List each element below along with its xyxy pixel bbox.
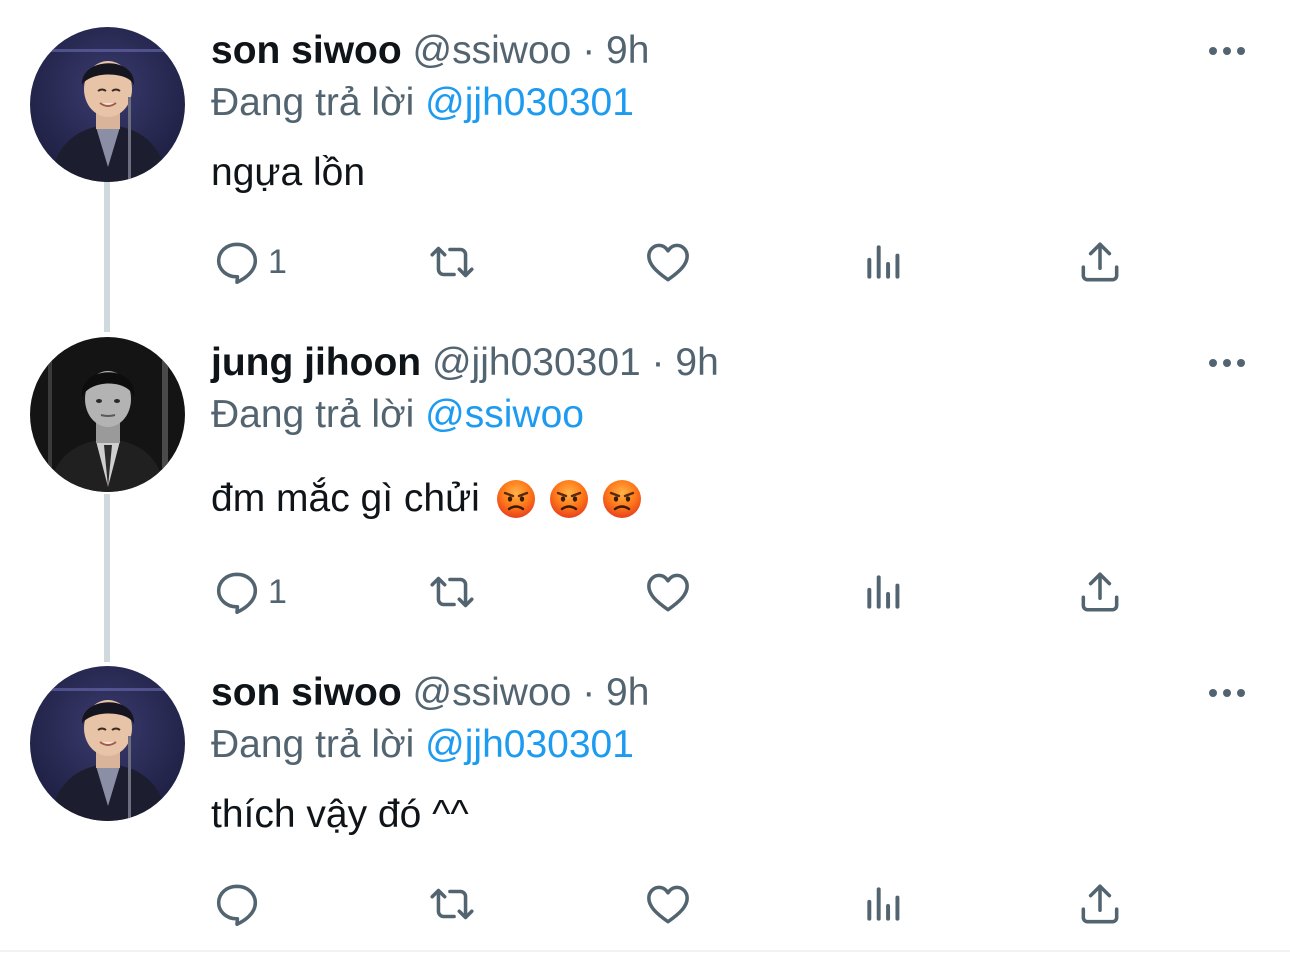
display-name[interactable]: son siwoo: [211, 671, 402, 714]
timestamp[interactable]: 9h: [606, 671, 649, 714]
avatar[interactable]: [30, 337, 185, 492]
tweet[interactable]: jung jihoon @jjh030301 · 9h Đang trả lời…: [0, 320, 1290, 650]
separator-dot: ·: [582, 671, 596, 714]
tweet-text-content: ngựa lồn: [211, 151, 366, 194]
retweet-button[interactable]: [427, 562, 477, 622]
mention-link[interactable]: @jjh030301: [425, 81, 634, 124]
timestamp[interactable]: 9h: [606, 29, 649, 72]
user-handle[interactable]: @ssiwoo: [413, 671, 572, 714]
display-name[interactable]: son siwoo: [211, 29, 402, 72]
separator-dot: ·: [651, 341, 665, 384]
tweet-header: jung jihoon @jjh030301 · 9h: [211, 340, 719, 386]
analytics-button[interactable]: [859, 874, 909, 934]
tweet-text-content: đm mắc gì chửi: [211, 477, 480, 520]
replying-to: Đang trả lời @jjh030301: [211, 722, 634, 768]
mention-link[interactable]: @jjh030301: [425, 723, 634, 766]
mention-link[interactable]: @ssiwoo: [425, 393, 584, 436]
retweet-icon: [427, 879, 477, 929]
tweet-actions: 1: [0, 232, 1290, 292]
tweet-text: thích vậy đó ^^: [211, 792, 469, 838]
like-icon: [643, 237, 693, 287]
separator-dot: ·: [582, 29, 596, 72]
share-icon: [1075, 879, 1125, 929]
replying-to: Đang trả lời @jjh030301: [211, 80, 634, 126]
timestamp[interactable]: 9h: [675, 341, 718, 384]
angry-face-emoji: [549, 479, 589, 519]
tweet-header: son siwoo @ssiwoo · 9h: [211, 28, 649, 74]
analytics-icon: [859, 567, 909, 617]
avatar[interactable]: [30, 27, 185, 182]
analytics-button[interactable]: [859, 232, 909, 292]
analytics-icon: [859, 879, 909, 929]
tweet-actions: [0, 874, 1290, 934]
replying-prefix: Đang trả lời: [211, 393, 415, 436]
angry-face-emoji: [602, 479, 642, 519]
analytics-icon: [859, 237, 909, 287]
like-button[interactable]: [643, 232, 693, 292]
replying-prefix: Đang trả lời: [211, 81, 415, 124]
tweet[interactable]: son siwoo @ssiwoo · 9h Đang trả lời @jjh…: [0, 650, 1290, 950]
tweet-text-content: thích vậy đó ^^: [211, 793, 469, 836]
replying-prefix: Đang trả lời: [211, 723, 415, 766]
more-options-icon[interactable]: [1208, 686, 1246, 700]
angry-face-emoji: [496, 479, 536, 519]
like-button[interactable]: [643, 562, 693, 622]
like-icon: [643, 567, 693, 617]
retweet-icon: [427, 567, 477, 617]
like-button[interactable]: [643, 874, 693, 934]
avatar-photo-son-siwoo: [30, 27, 185, 182]
tweet-text: ngựa lồn: [211, 150, 365, 196]
share-icon: [1075, 567, 1125, 617]
tweet[interactable]: son siwoo @ssiwoo · 9h Đang trả lời @jjh…: [0, 0, 1290, 320]
reply-icon: [212, 237, 262, 287]
avatar-photo-son-siwoo: [30, 666, 185, 821]
retweet-button[interactable]: [427, 874, 477, 934]
reply-button[interactable]: 1: [212, 232, 287, 292]
share-button[interactable]: [1075, 232, 1125, 292]
share-button[interactable]: [1075, 562, 1125, 622]
user-handle[interactable]: @jjh030301: [432, 341, 641, 384]
retweet-button[interactable]: [427, 232, 477, 292]
avatar-photo-jung-jihoon: [30, 337, 185, 492]
replying-to: Đang trả lời @ssiwoo: [211, 392, 584, 438]
like-icon: [643, 879, 693, 929]
tweet-header: son siwoo @ssiwoo · 9h: [211, 670, 649, 716]
share-button[interactable]: [1075, 874, 1125, 934]
reply-button[interactable]: 1: [212, 562, 287, 622]
user-handle[interactable]: @ssiwoo: [413, 29, 572, 72]
display-name[interactable]: jung jihoon: [211, 341, 421, 384]
divider: [0, 950, 1290, 952]
reply-icon: [212, 879, 262, 929]
reply-icon: [212, 567, 262, 617]
avatar[interactable]: [30, 666, 185, 821]
reply-count: 1: [268, 572, 287, 611]
retweet-icon: [427, 237, 477, 287]
reply-count: 1: [268, 242, 287, 281]
analytics-button[interactable]: [859, 562, 909, 622]
reply-button[interactable]: [212, 874, 268, 934]
more-options-icon[interactable]: [1208, 44, 1246, 58]
more-options-icon[interactable]: [1208, 356, 1246, 370]
tweet-actions: 1: [0, 562, 1290, 622]
share-icon: [1075, 237, 1125, 287]
tweet-text: đm mắc gì chửi: [211, 476, 642, 522]
